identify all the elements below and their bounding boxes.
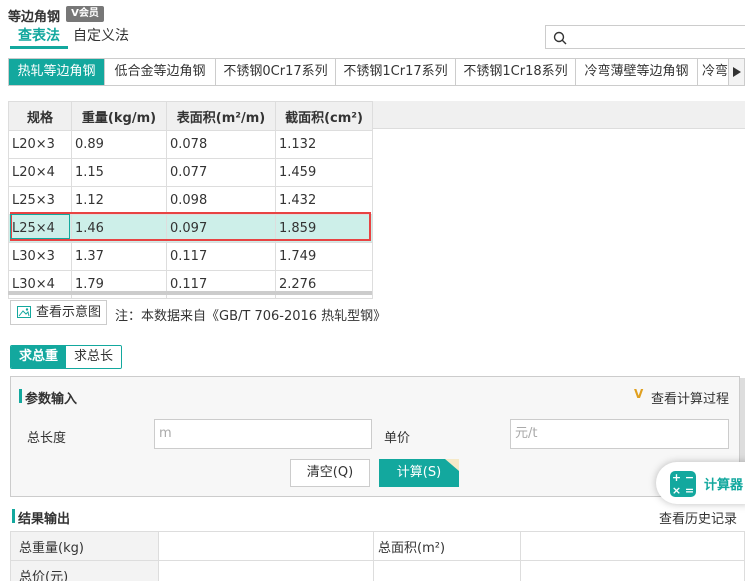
table-row[interactable]: L20×3 0.89 0.078 1.132 <box>8 130 373 159</box>
table-row[interactable]: L25×3 1.12 0.098 1.432 <box>8 186 373 215</box>
calculator-label: 计算器 <box>704 478 744 493</box>
mode-total-length[interactable]: 求总长 <box>66 346 122 368</box>
table-cell: L20×3 <box>8 130 72 159</box>
table-cell: 1.15 <box>71 158 167 187</box>
subtab-low-alloy[interactable]: 低合金等边角钢 <box>105 59 216 85</box>
table-cell: 1.132 <box>275 130 373 159</box>
table-cell: 0.077 <box>166 158 276 187</box>
table-cell: 0.078 <box>166 130 276 159</box>
floating-calculator-button[interactable]: + − × = 计算器 <box>656 462 745 504</box>
result-section-title: 结果输出 <box>18 512 71 527</box>
empty-cell <box>373 560 521 581</box>
subtab-stainless-1cr17[interactable]: 不锈钢1Cr17系列 <box>336 59 456 85</box>
mode-total-weight[interactable]: 求总重 <box>11 346 67 368</box>
length-input[interactable]: m <box>154 419 372 449</box>
subtab-stainless-1cr18[interactable]: 不锈钢1Cr18系列 <box>456 59 576 85</box>
column-header-section-area[interactable]: 截面积(cm²) <box>275 101 373 131</box>
empty-cell <box>520 560 745 581</box>
table-cell: 1.432 <box>275 186 373 215</box>
calculate-button[interactable]: 计算(S) <box>379 459 459 487</box>
vip-badge: V会员 <box>66 6 104 22</box>
table-cell: 0.098 <box>166 186 276 215</box>
result-table: 总重量(kg) 总面积(m²) 总价(元) <box>10 531 745 581</box>
subtab-stainless-0cr17[interactable]: 不锈钢0Cr17系列 <box>216 59 336 85</box>
data-source-note: 注：本数据来自《GB/T 706-2016 热轧型钢》 <box>115 309 387 324</box>
subtab-cold-bent[interactable]: 冷弯薄壁等边角钢 <box>576 59 698 85</box>
table-cell: L25×3 <box>8 186 72 215</box>
section-marker <box>19 389 22 403</box>
process-icon: V <box>634 387 644 401</box>
table-cell: 1.749 <box>275 242 373 271</box>
view-calc-process-link[interactable]: 查看计算过程 <box>651 388 729 407</box>
subtab-hot-rolled[interactable]: 热轧等边角钢 <box>9 59 105 85</box>
total-price-value <box>158 560 374 581</box>
table-cell: L20×4 <box>8 158 72 187</box>
mode-switch: 求总重 求总长 <box>10 345 123 369</box>
table-horizontal-scrollbar[interactable] <box>8 291 372 295</box>
active-tab-underline <box>10 46 68 49</box>
section-marker <box>12 509 15 523</box>
table-row[interactable]: L20×4 1.15 0.077 1.459 <box>8 158 373 187</box>
table-cell: 0.89 <box>71 130 167 159</box>
table-row[interactable]: L30×3 1.37 0.117 1.749 <box>8 242 373 271</box>
param-section-title: 参数输入 <box>25 392 78 407</box>
steel-type-tabs: 热轧等边角钢 低合金等边角钢 不锈钢0Cr17系列 不锈钢1Cr17系列 不锈钢… <box>8 58 745 86</box>
total-area-label: 总面积(m²) <box>373 531 521 561</box>
calculator-icon: + − × = <box>670 471 696 497</box>
total-area-value <box>520 531 745 561</box>
table-cell: 1.459 <box>275 158 373 187</box>
table-cell: 1.12 <box>71 186 167 215</box>
clear-button[interactable]: 清空(Q) <box>290 459 370 487</box>
result-row: 总价(元) <box>10 560 745 581</box>
focused-cell-outline <box>10 214 70 239</box>
search-input[interactable] <box>545 25 745 49</box>
view-diagram-button[interactable]: 查看示意图 <box>10 300 107 325</box>
total-weight-value <box>158 531 374 561</box>
image-icon <box>17 306 31 318</box>
table-header-filler <box>372 101 745 129</box>
column-header-weight[interactable]: 重量(kg/m) <box>71 101 167 131</box>
price-input[interactable]: 元/t <box>510 419 729 449</box>
search-icon <box>553 31 567 45</box>
table-cell: 1.37 <box>71 242 167 271</box>
page-title: 等边角钢 <box>8 10 61 25</box>
length-label: 总长度 <box>27 431 67 446</box>
column-header-surface-area[interactable]: 表面积(m²/m) <box>166 101 276 131</box>
tabs-scroll-right-icon[interactable] <box>728 58 745 86</box>
table-cell: L30×3 <box>8 242 72 271</box>
tab-custom[interactable]: 自定义法 <box>73 27 129 49</box>
price-label: 单价 <box>384 431 411 446</box>
total-weight-label: 总重量(kg) <box>10 531 159 561</box>
result-row: 总重量(kg) 总面积(m²) <box>10 531 745 561</box>
view-diagram-label: 查看示意图 <box>36 305 102 320</box>
total-price-label: 总价(元) <box>10 560 159 581</box>
table-cell: 0.117 <box>166 242 276 271</box>
column-header-spec[interactable]: 规格 <box>8 101 72 131</box>
angle-steel-table: 规格 重量(kg/m) 表面积(m²/m) 截面积(cm²) L20×3 0.89… <box>8 101 373 299</box>
view-history-link[interactable]: 查看历史记录 <box>659 508 737 527</box>
